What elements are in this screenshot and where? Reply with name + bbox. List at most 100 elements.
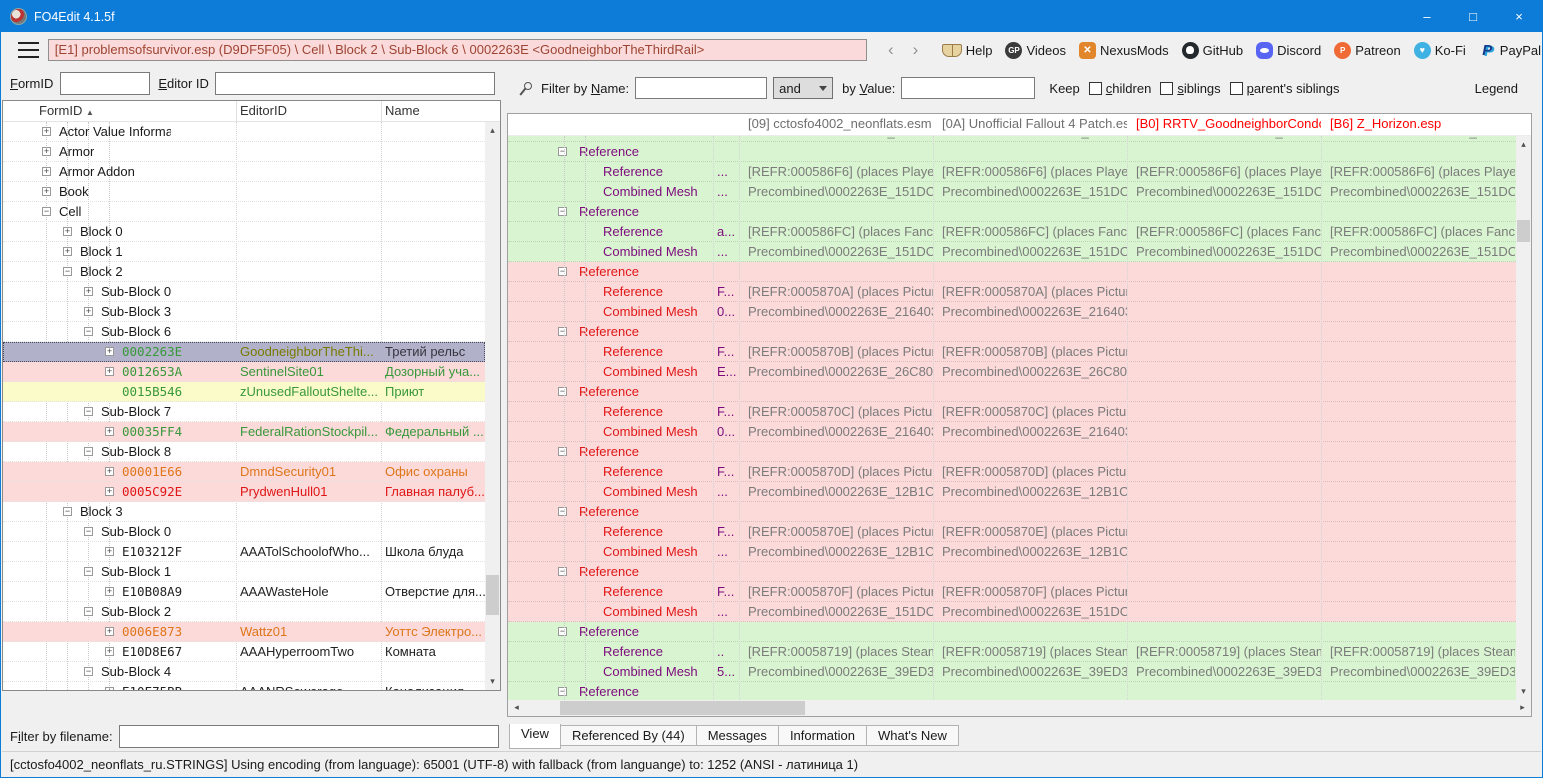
- scroll-down-icon[interactable]: ▾: [1516, 683, 1531, 700]
- filter-operator-select[interactable]: and: [773, 77, 833, 99]
- tree-row[interactable]: +E103212FAAATolSchoolofWho...Школа блуда: [3, 542, 485, 562]
- expand-icon[interactable]: +: [63, 247, 72, 256]
- pin-icon[interactable]: [518, 80, 532, 97]
- column-header-name[interactable]: Name: [385, 103, 420, 118]
- link-nexusmods[interactable]: ✕NexusMods: [1079, 42, 1169, 59]
- tree-row[interactable]: +00001E66DmndSecurity01Офис охраны: [3, 462, 485, 482]
- column-header-formid[interactable]: FormID ▲: [39, 103, 94, 118]
- legend-link[interactable]: Legend: [1475, 81, 1518, 96]
- tree-scrollbar[interactable]: ▴ ▾: [485, 122, 500, 690]
- editorid-input[interactable]: [215, 72, 495, 95]
- tree-row[interactable]: −Cell: [3, 202, 485, 222]
- tree-row[interactable]: −Sub-Block 0: [3, 522, 485, 542]
- expand-icon[interactable]: +: [105, 347, 114, 356]
- tree-row[interactable]: 0015B546zUnusedFalloutShelte...Приют: [3, 382, 485, 402]
- table-row[interactable]: ReferenceF...[REFR:0005870D] (places Pic…: [508, 462, 1516, 482]
- expand-icon[interactable]: +: [105, 687, 114, 690]
- table-row[interactable]: −Reference: [508, 202, 1516, 222]
- keep-p-checkbox[interactable]: parent's siblings: [1230, 81, 1340, 96]
- collapse-icon[interactable]: −: [558, 447, 567, 456]
- link-patreon[interactable]: PPatreon: [1334, 42, 1401, 59]
- expand-icon[interactable]: +: [63, 227, 72, 236]
- plugin-column-header[interactable]: [0A] Unofficial Fallout 4 Patch.esp: [934, 116, 1127, 131]
- table-row[interactable]: ReferenceF...[REFR:0005870B] (places Pic…: [508, 342, 1516, 362]
- scroll-up-icon[interactable]: ▴: [1516, 136, 1531, 153]
- table-row[interactable]: Combined Mesh0...Precombined\0002263E_21…: [508, 422, 1516, 442]
- table-row[interactable]: ReferenceF...[REFR:0005870C] (places Pic…: [508, 402, 1516, 422]
- table-row[interactable]: ReferenceF...[REFR:0005870E] (places Pic…: [508, 522, 1516, 542]
- breadcrumb[interactable]: [E1] problemsofsurvivor.esp (D9DF5F05) \…: [48, 39, 867, 61]
- column-header-editorid[interactable]: EditorID: [240, 103, 287, 118]
- expand-icon[interactable]: +: [105, 367, 114, 376]
- tree-row[interactable]: +E10B08A9AAAWasteHoleОтверстие для...: [3, 582, 485, 602]
- collapse-icon[interactable]: −: [63, 267, 72, 276]
- table-row[interactable]: Combined Mesh...Precombined\0002263E_12B…: [508, 482, 1516, 502]
- scrollbar-thumb[interactable]: [560, 701, 805, 715]
- tree-row[interactable]: +E10D8E67AAAHyperroomTwoКомната: [3, 642, 485, 662]
- link-github[interactable]: GitHub: [1182, 42, 1243, 59]
- scrollbar-thumb[interactable]: [1517, 220, 1530, 242]
- nav-back-button[interactable]: ‹: [879, 40, 904, 60]
- table-row[interactable]: −Reference: [508, 142, 1516, 162]
- tree-row[interactable]: +0012653ASentinelSite01Дозорный уча...: [3, 362, 485, 382]
- table-row[interactable]: −Reference: [508, 622, 1516, 642]
- maximize-button[interactable]: □: [1450, 1, 1496, 32]
- collapse-icon[interactable]: −: [63, 507, 72, 516]
- collapse-icon[interactable]: −: [84, 447, 93, 456]
- link-help[interactable]: Help: [942, 43, 993, 58]
- collapse-icon[interactable]: −: [558, 147, 567, 156]
- tree-row[interactable]: −Sub-Block 4: [3, 662, 485, 682]
- scroll-down-icon[interactable]: ▾: [485, 673, 500, 690]
- expand-icon[interactable]: +: [105, 587, 114, 596]
- table-row[interactable]: −Reference: [508, 382, 1516, 402]
- tree-row[interactable]: +00035FF4FederalRationStockpil...Федерал…: [3, 422, 485, 442]
- plugin-column-header[interactable]: [09] cctosfo4002_neonflats.esm: [740, 116, 933, 131]
- collapse-icon[interactable]: −: [558, 627, 567, 636]
- collapse-icon[interactable]: −: [84, 327, 93, 336]
- expand-icon[interactable]: +: [42, 187, 51, 196]
- expand-icon[interactable]: +: [84, 307, 93, 316]
- tree-row[interactable]: +0006E873Wattz01Уоттс Электро...: [3, 622, 485, 642]
- scroll-up-icon[interactable]: ▴: [485, 122, 500, 139]
- collapse-icon[interactable]: −: [558, 507, 567, 516]
- table-row[interactable]: −Reference: [508, 682, 1516, 700]
- table-row[interactable]: Combined Mesh...Precombined\0002263E_151…: [508, 242, 1516, 262]
- table-row[interactable]: Combined Mesh...Precombined\0002263E_151…: [508, 182, 1516, 202]
- tree-row[interactable]: +E10E75BBAAANRSewerageКанализация: [3, 682, 485, 690]
- tree-row[interactable]: −Block 2: [3, 262, 485, 282]
- table-row[interactable]: Referencea...[REFR:000586FC] (places Fan…: [508, 222, 1516, 242]
- expand-icon[interactable]: +: [42, 167, 51, 176]
- filter-value-input[interactable]: [901, 77, 1035, 99]
- expand-icon[interactable]: +: [105, 547, 114, 556]
- tab-referenced-by-44-[interactable]: Referenced By (44): [561, 725, 697, 746]
- menu-icon[interactable]: [18, 42, 39, 58]
- collapse-icon[interactable]: −: [84, 607, 93, 616]
- link-discord[interactable]: Discord: [1256, 42, 1321, 59]
- tree-row[interactable]: −Sub-Block 6: [3, 322, 485, 342]
- table-row[interactable]: −Reference: [508, 442, 1516, 462]
- tab-what-s-new[interactable]: What's New: [867, 725, 959, 746]
- tree-row[interactable]: −Block 3: [3, 502, 485, 522]
- table-row[interactable]: Combined Mesh5...Precombined\0002263E_39…: [508, 662, 1516, 682]
- tab-information[interactable]: Information: [779, 725, 867, 746]
- expand-icon[interactable]: +: [105, 627, 114, 636]
- expand-icon[interactable]: +: [105, 647, 114, 656]
- minimize-button[interactable]: –: [1404, 1, 1450, 32]
- table-row[interactable]: Combined MeshE...Precombined\0002263E_26…: [508, 362, 1516, 382]
- table-row[interactable]: ReferenceF...[REFR:0005870A] (places Pic…: [508, 282, 1516, 302]
- table-row[interactable]: −Reference: [508, 502, 1516, 522]
- table-horizontal-scrollbar[interactable]: ◂ ▸: [508, 700, 1531, 716]
- tree-row[interactable]: −Sub-Block 2: [3, 602, 485, 622]
- collapse-icon[interactable]: −: [558, 267, 567, 276]
- table-row[interactable]: Reference...[REFR:000586F6] (places Play…: [508, 162, 1516, 182]
- table-row[interactable]: Combined Mesh0...Precombined\0002263E_21…: [508, 302, 1516, 322]
- tree-row[interactable]: −Sub-Block 7: [3, 402, 485, 422]
- collapse-icon[interactable]: −: [84, 667, 93, 676]
- table-row[interactable]: −Reference: [508, 322, 1516, 342]
- tree-row[interactable]: +Actor Value Information: [3, 122, 485, 142]
- table-row[interactable]: Combined Mesh...Precombined\0002263E_151…: [508, 602, 1516, 622]
- collapse-icon[interactable]: −: [558, 567, 567, 576]
- tree-row[interactable]: +Book: [3, 182, 485, 202]
- filter-by-filename-input[interactable]: [119, 725, 499, 748]
- tree-row[interactable]: +Block 1: [3, 242, 485, 262]
